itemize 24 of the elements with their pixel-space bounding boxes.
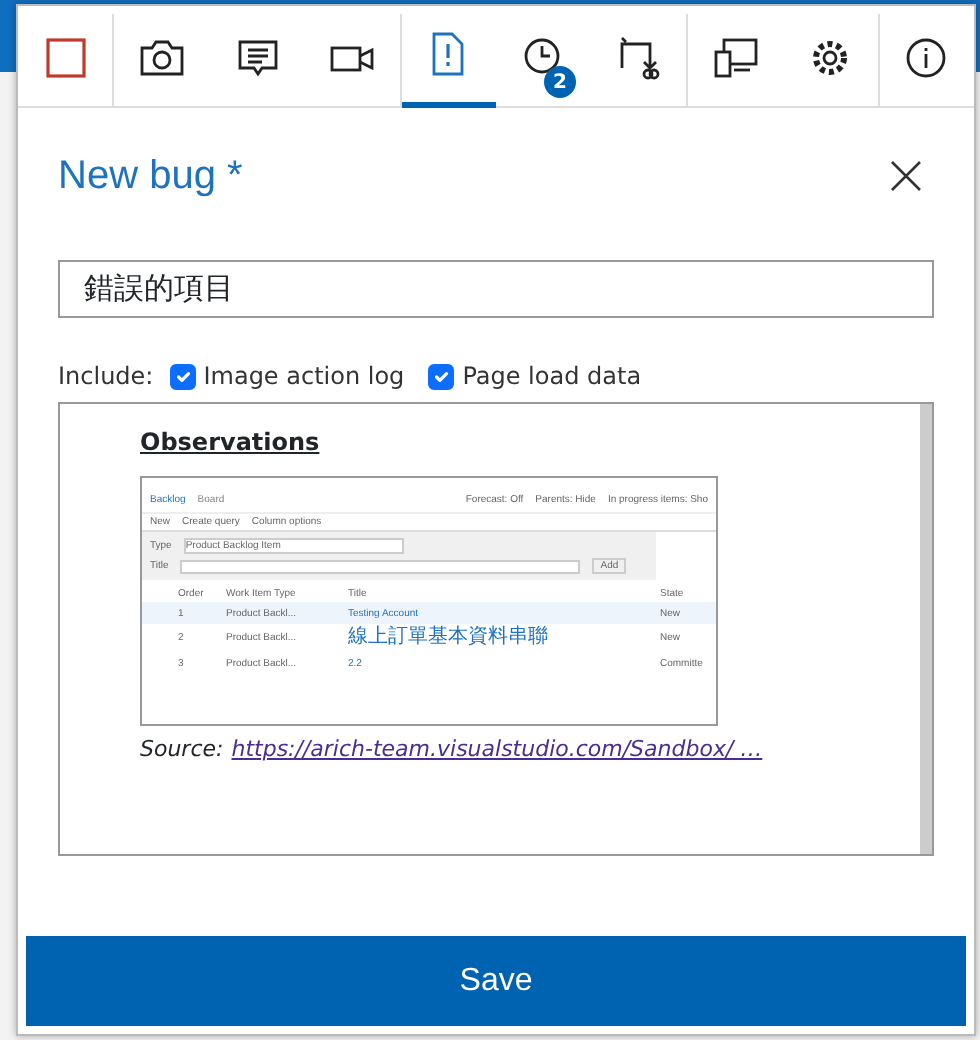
panel-title: New bug * xyxy=(58,152,243,202)
section-heading: Observations xyxy=(140,426,322,460)
title-input[interactable] xyxy=(180,559,581,573)
toolbar-button[interactable]: 2 xyxy=(496,6,591,108)
scrollbar[interactable] xyxy=(920,404,932,854)
settings-icon xyxy=(807,35,852,79)
info-icon xyxy=(904,35,949,79)
square-icon xyxy=(43,35,88,79)
title-field[interactable]: 錯誤的項目 xyxy=(58,260,934,318)
include-label: Include: xyxy=(58,360,154,394)
checkbox[interactable] xyxy=(169,363,196,389)
title-link[interactable]: 線上訂單基本資料串聯 xyxy=(348,626,648,650)
checkbox-label: Image action log xyxy=(203,360,405,394)
count-badge: 2 xyxy=(544,66,576,98)
camera-icon xyxy=(140,35,185,79)
checkbox[interactable] xyxy=(428,363,455,389)
comment-icon xyxy=(235,35,279,79)
close-icon[interactable] xyxy=(890,160,922,192)
save-button[interactable]: Save xyxy=(26,936,966,1026)
checkbox-label: Page load data xyxy=(462,360,642,394)
devices-icon xyxy=(713,35,757,79)
source-label: Source: xyxy=(140,736,224,762)
transfer-icon xyxy=(616,35,661,79)
source-link[interactable]: https://arich-team.visualstudio.com/Sandbox/ … xyxy=(231,736,763,762)
